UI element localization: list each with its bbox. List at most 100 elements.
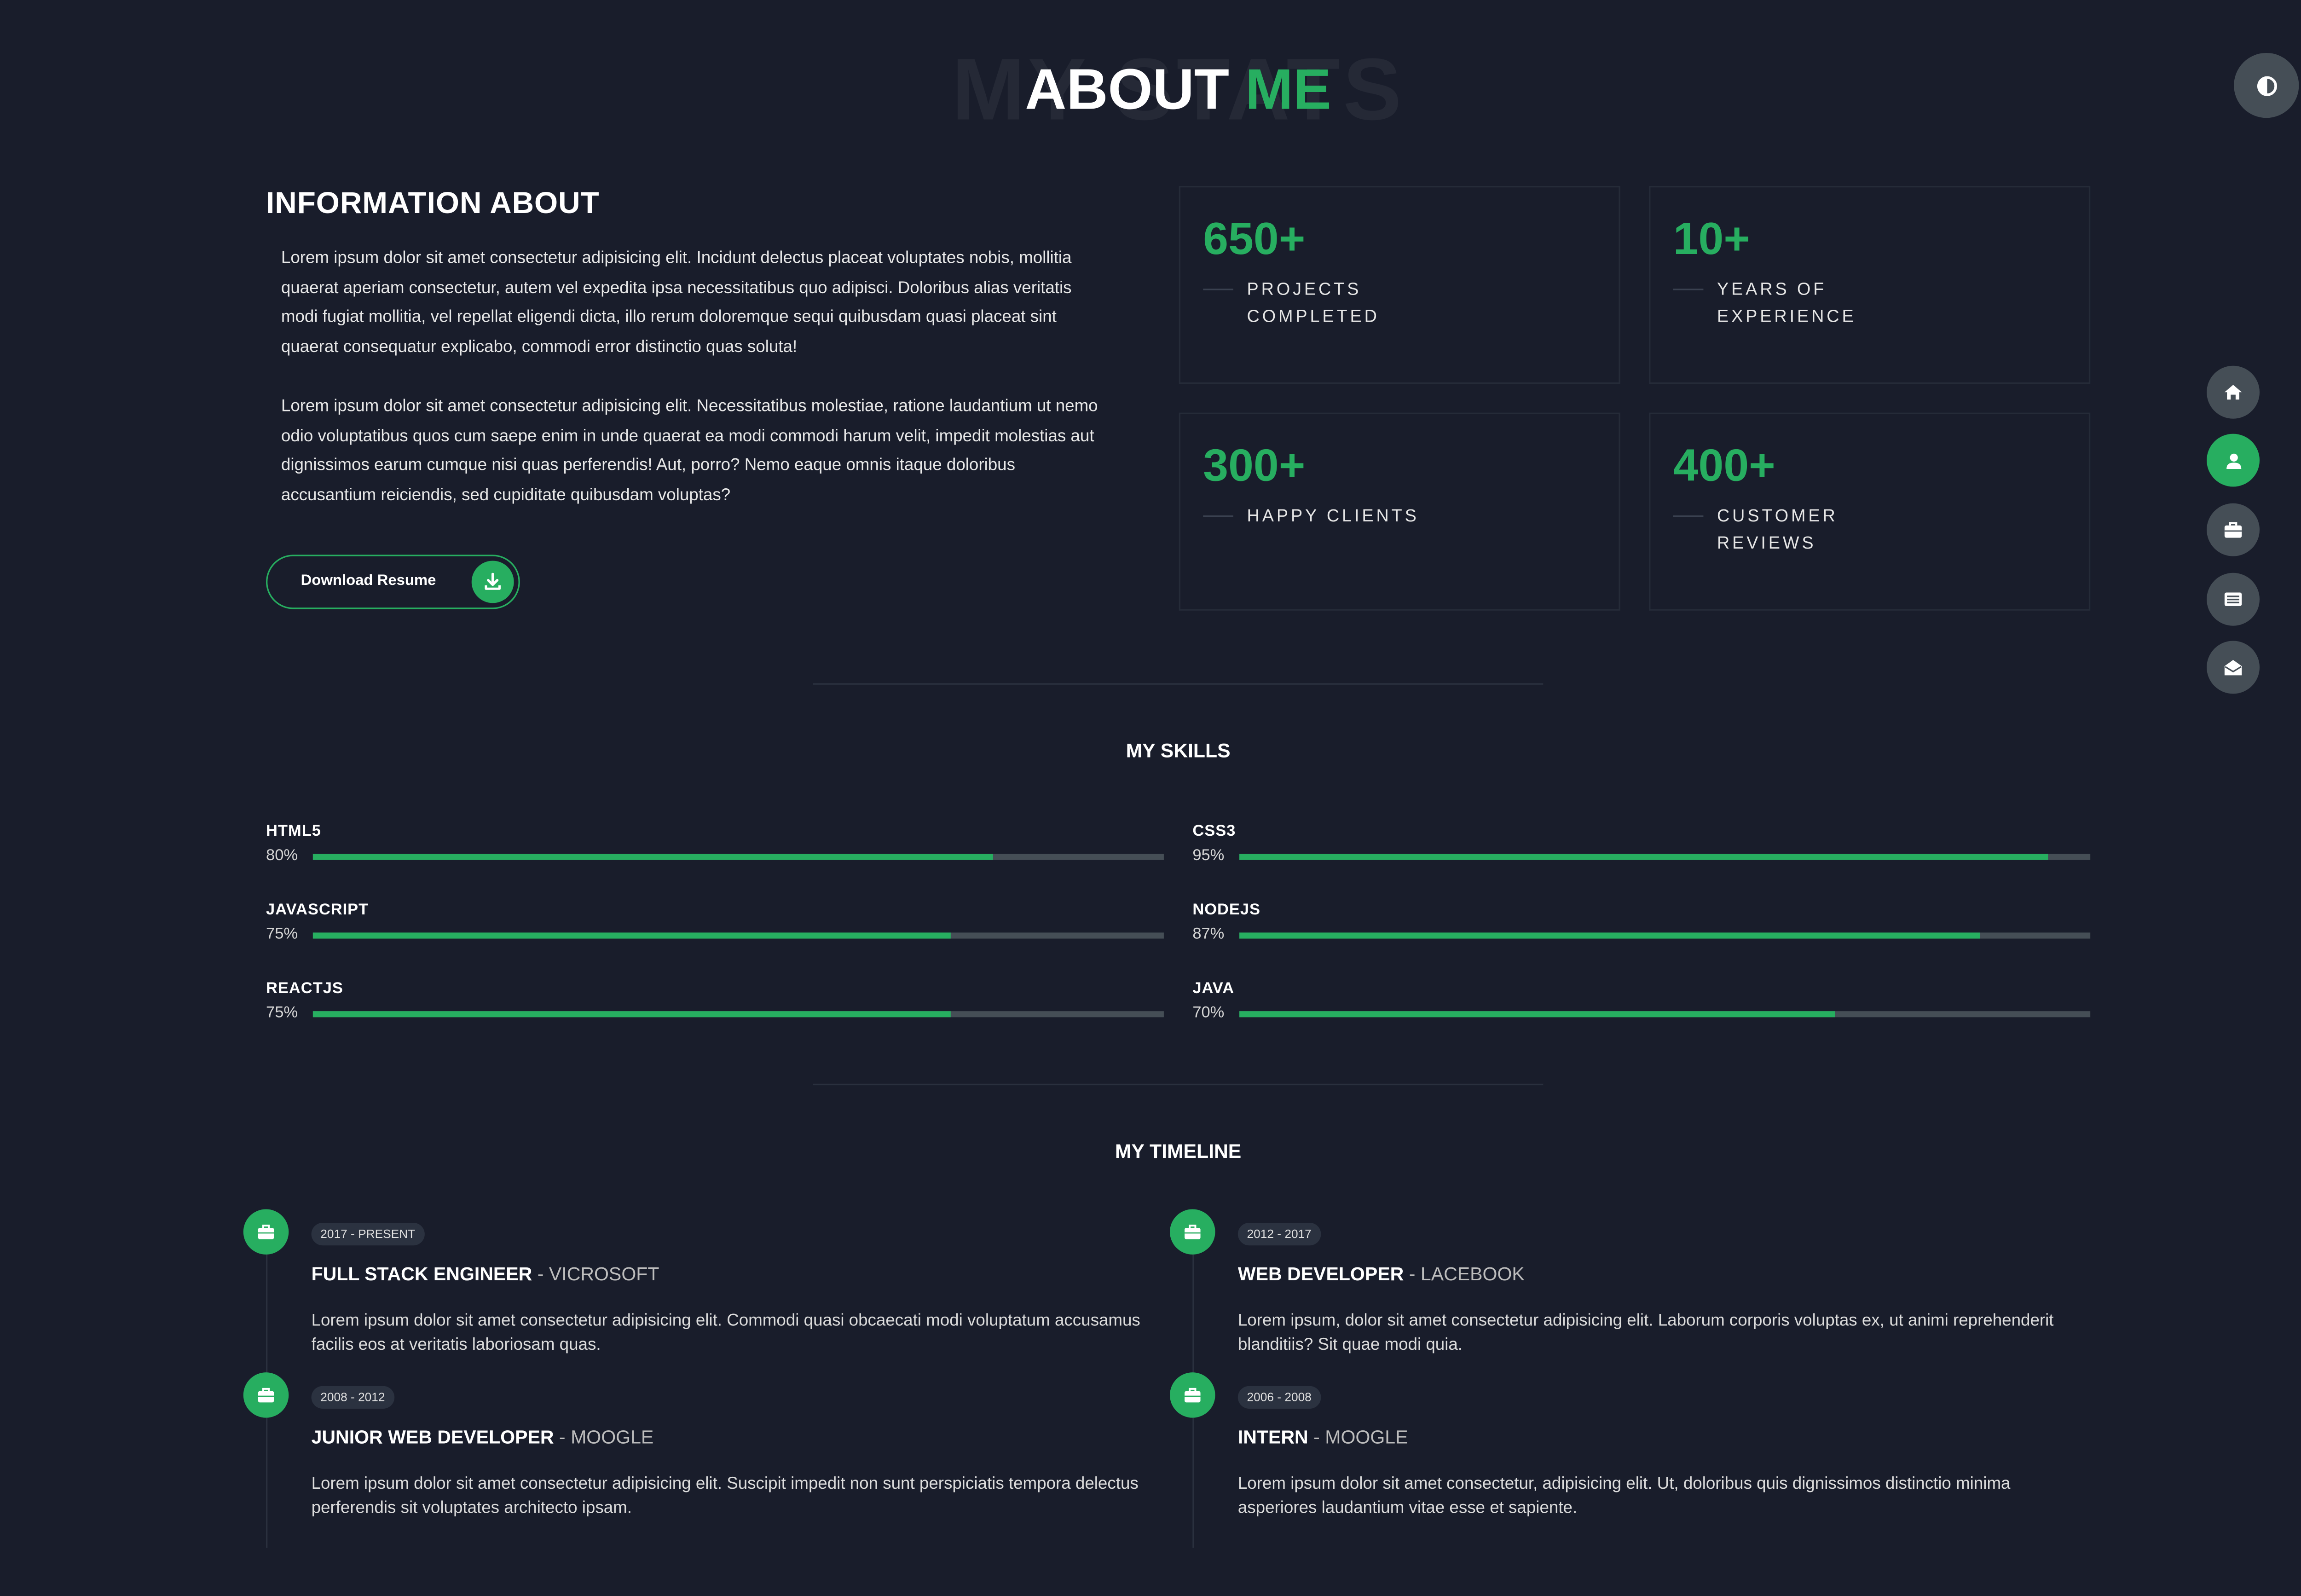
download-resume-label: Download Resume [301, 572, 436, 590]
stat-line [1673, 289, 1704, 290]
skill-nodejs: NODEJS 87% [1192, 901, 2091, 952]
skill-fill [1239, 1011, 1835, 1018]
stat-line [1673, 515, 1704, 517]
download-icon [485, 572, 501, 590]
timeline-role: WEB DEVELOPER - LACEBOOK [1238, 1264, 1525, 1285]
skill-reactjs: REACTJS 75% [266, 979, 1164, 1031]
timeline-line [266, 1254, 268, 1376]
timeline-role-separator: - [559, 1427, 566, 1448]
stat-card-projects: 650+ PROJECTS COMPLETED [1179, 185, 1620, 384]
skill-track [312, 854, 1164, 860]
user-icon [2226, 453, 2241, 468]
timeline-line [1192, 1417, 1194, 1548]
skill-html5: HTML5 80% [266, 822, 1164, 874]
side-nav-blogs[interactable] [2207, 572, 2260, 626]
timeline-role-title: FULL STACK ENGINEER [311, 1263, 532, 1285]
stat-value: 400+ [1673, 441, 1775, 492]
timeline-description: Lorem ipsum dolor sit amet consectetur a… [311, 1475, 1139, 1518]
stat-label: PROJECTS COMPLETED [1247, 281, 1380, 326]
side-nav-home[interactable] [2207, 365, 2260, 419]
skill-fill [1239, 854, 2048, 860]
timeline-description: Lorem ipsum, dolor sit amet consectetur … [1237, 1312, 2054, 1355]
page-title-part1: ABOUT [1025, 59, 1230, 123]
skill-fill [312, 854, 994, 860]
timeline-company: VICROSOFT [549, 1263, 659, 1285]
stat-label: HAPPY CLIENTS [1247, 508, 1419, 526]
stat-value: 650+ [1203, 214, 1306, 265]
timeline-title: MY TIMELINE [1115, 1139, 1242, 1162]
skill-name: HTML5 [266, 822, 321, 841]
skill-percent: 75% [266, 1003, 298, 1022]
skill-track [312, 1011, 1164, 1018]
download-resume-button[interactable]: Download Resume [266, 555, 520, 609]
page-heading: MY STATS ABOUT ME [0, 41, 2301, 139]
timeline-description: Lorem ipsum dolor sit amet consectetur a… [311, 1312, 1140, 1355]
timeline-role-title: INTERN [1237, 1427, 1308, 1448]
skills-title: MY SKILLS [1126, 739, 1231, 762]
page-title-part2: ME [1245, 59, 1331, 123]
stat-line [1203, 289, 1233, 290]
skill-name: CSS3 [1192, 822, 1236, 841]
contrast-icon [2256, 75, 2277, 96]
timeline-role-separator: - [1313, 1427, 1320, 1448]
skill-name: NODEJS [1192, 901, 1261, 919]
briefcase-icon [2224, 522, 2242, 538]
skill-track [1239, 1011, 2091, 1018]
skill-name: JAVA [1192, 979, 1235, 998]
briefcase-icon [258, 1225, 274, 1239]
timeline-line [1192, 1254, 1194, 1376]
info-title: INFORMATION ABOUT [266, 187, 600, 221]
side-nav-contact[interactable] [2207, 641, 2260, 694]
briefcase-icon [1185, 1388, 1201, 1403]
info-paragraph: Lorem ipsum dolor sit amet consectetur a… [281, 249, 1072, 357]
skill-fill [1239, 932, 1980, 939]
skill-percent: 80% [266, 846, 298, 865]
stat-line [1203, 515, 1233, 517]
skill-java: JAVA 70% [1192, 979, 2091, 1031]
page-title: ABOUT ME [0, 52, 2301, 130]
skill-percent: 87% [1192, 925, 1225, 943]
timeline-dot [243, 1209, 289, 1255]
timeline-period: 2006 - 2008 [1237, 1386, 1321, 1409]
stat-value: 300+ [1203, 441, 1306, 492]
stat-card-experience: 10+ YEARS OF EXPERIENCE [1649, 185, 2091, 384]
skill-percent: 70% [1192, 1003, 1225, 1022]
envelope-open-icon [2224, 660, 2242, 676]
theme-toggle-button[interactable] [2234, 52, 2299, 118]
info-text: Lorem ipsum dolor sit amet consectetur a… [281, 245, 1105, 541]
timeline-period: 2012 - 2017 [1237, 1222, 1321, 1246]
stat-card-reviews: 400+ CUSTOMER REVIEWS [1649, 412, 2091, 611]
skill-javascript: JAVASCRIPT 75% [266, 901, 1164, 952]
stat-value: 10+ [1673, 214, 1750, 265]
timeline-role-title: WEB DEVELOPER [1237, 1263, 1404, 1285]
timeline-company: MOOGLE [571, 1427, 654, 1448]
newspaper-icon [2224, 592, 2242, 606]
skill-track [1239, 854, 2091, 860]
timeline-role: INTERN - MOOGLE [1238, 1427, 1408, 1448]
page: MY STATS ABOUT ME INFORMATION ABOUT Lore… [0, 0, 2301, 1596]
timeline-line [266, 1417, 268, 1548]
timeline-role-separator: - [537, 1263, 544, 1285]
timeline-role-title: JUNIOR WEB DEVELOPER [311, 1427, 554, 1448]
skill-css3: CSS3 95% [1192, 822, 2091, 874]
content: MY STATS ABOUT ME INFORMATION ABOUT Lore… [0, 0, 2301, 1596]
skill-percent: 75% [266, 925, 298, 943]
side-nav-portfolio[interactable] [2207, 503, 2260, 556]
skill-track [312, 932, 1164, 939]
timeline-role: JUNIOR WEB DEVELOPER - MOOGLE [312, 1427, 654, 1448]
briefcase-icon [258, 1388, 274, 1403]
skill-name: REACTJS [266, 979, 343, 998]
timeline-company: MOOGLE [1325, 1427, 1408, 1448]
skill-fill [312, 1011, 951, 1018]
section-divider [813, 1083, 1544, 1086]
stat-card-clients: 300+ HAPPY CLIENTS [1179, 412, 1620, 611]
timeline-dot [1170, 1372, 1215, 1418]
timeline-period: 2017 - PRESENT [311, 1222, 424, 1246]
side-nav-about[interactable] [2207, 434, 2260, 487]
skill-name: JAVASCRIPT [266, 901, 369, 919]
stat-label: CUSTOMER REVIEWS [1717, 508, 1838, 553]
skill-fill [312, 932, 951, 939]
timeline-period: 2008 - 2012 [311, 1386, 394, 1409]
timeline-role: FULL STACK ENGINEER - VICROSOFT [312, 1264, 659, 1285]
home-icon [2224, 385, 2242, 400]
